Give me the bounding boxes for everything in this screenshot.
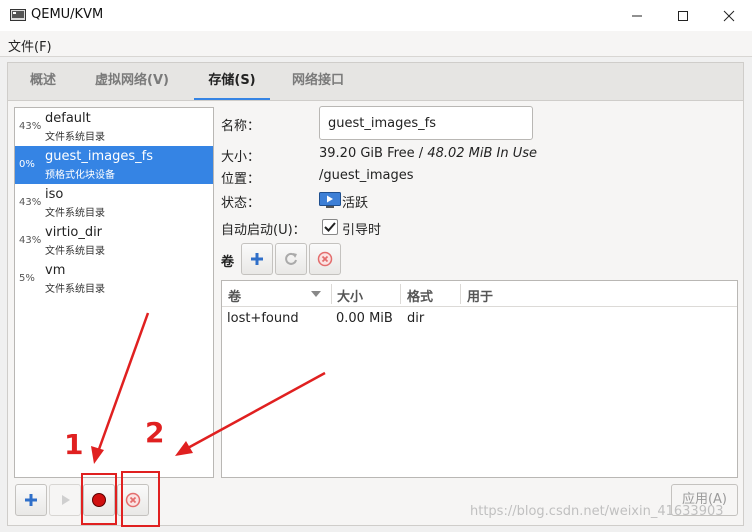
- column-header-size[interactable]: 大小: [337, 286, 363, 305]
- pool-name: guest_images_fs: [45, 149, 153, 164]
- delete-volume-button[interactable]: [309, 243, 341, 275]
- add-icon: [25, 494, 37, 506]
- size-used-text: 48.02 MiB In Use: [427, 146, 538, 161]
- tab-storage[interactable]: 存储(S): [194, 63, 270, 101]
- pool-name: vm: [45, 263, 66, 278]
- add-icon: [251, 253, 263, 265]
- pool-name: default: [45, 111, 91, 126]
- close-icon: [723, 10, 735, 21]
- column-divider: [400, 284, 401, 304]
- pool-usage-percent: 5%: [19, 273, 35, 284]
- add-volume-button[interactable]: [241, 243, 273, 275]
- column-header-volume[interactable]: 卷: [228, 286, 241, 305]
- volumes-table: 卷 大小 格式 用于 lost+found 0.00 MiB dir: [221, 280, 738, 478]
- pool-usage-percent: 43%: [19, 235, 42, 246]
- location-label: 位置：: [221, 172, 261, 187]
- annotation-box-stop: [81, 473, 117, 525]
- autostart-checkbox[interactable]: [322, 219, 338, 235]
- minimize-button[interactable]: [614, 0, 660, 31]
- volume-size: 0.00 MiB: [336, 311, 393, 326]
- delete-icon: [317, 251, 333, 267]
- sort-down-icon: [311, 291, 321, 297]
- pool-item-virtio-dir[interactable]: 43% virtio_dir 文件系统目录: [15, 222, 213, 260]
- pool-item-iso[interactable]: 43% iso 文件系统目录: [15, 184, 213, 222]
- column-divider: [460, 284, 461, 304]
- watermark-text: https://blog.csdn.net/weixin_41633903: [470, 504, 724, 519]
- state-label: 状态：: [221, 196, 261, 211]
- title-bar: QEMU/KVM: [0, 0, 752, 31]
- menu-bar: 文件(F): [0, 31, 752, 57]
- annotation-box-delete: [121, 471, 160, 527]
- state-value: 活跃: [342, 196, 369, 211]
- pool-size-value: 39.20 GiB Free / 48.02 MiB In Use: [319, 146, 537, 161]
- pool-type: 文件系统目录: [45, 246, 105, 257]
- pool-name-input[interactable]: [319, 106, 533, 140]
- pool-name: iso: [45, 187, 64, 202]
- volumes-table-header: 卷 大小 格式 用于: [222, 281, 737, 307]
- menu-file[interactable]: 文件(F): [8, 36, 52, 55]
- close-button[interactable]: [706, 0, 752, 31]
- pool-item-vm[interactable]: 5% vm 文件系统目录: [15, 260, 213, 298]
- tab-network-interfaces[interactable]: 网络接口: [278, 63, 358, 100]
- pool-usage-percent: 43%: [19, 197, 42, 208]
- play-icon: [62, 495, 70, 505]
- maximize-button[interactable]: [660, 0, 706, 31]
- pool-usage-percent: 43%: [19, 121, 42, 132]
- add-pool-button[interactable]: [15, 484, 47, 516]
- start-pool-button[interactable]: [49, 484, 81, 516]
- pool-type: 预格式化块设备: [45, 170, 115, 181]
- column-header-used-by[interactable]: 用于: [467, 286, 493, 305]
- pool-item-default[interactable]: 43% default 文件系统目录: [15, 108, 213, 146]
- minimize-icon: [632, 15, 642, 16]
- annotation-number-1: 1: [64, 428, 84, 461]
- size-free-text: 39.20 GiB Free /: [319, 146, 428, 161]
- column-divider: [331, 284, 332, 304]
- tab-bar: 概述 虚拟网络(V) 存储(S) 网络接口: [7, 62, 744, 101]
- maximize-icon: [678, 10, 688, 21]
- autostart-label: 自动启动(U)：: [221, 223, 306, 238]
- volumes-label: 卷: [221, 255, 235, 270]
- annotation-number-2: 2: [145, 416, 165, 449]
- checkmark-icon: [324, 222, 336, 232]
- column-header-format[interactable]: 格式: [407, 286, 433, 305]
- tab-virtual-network[interactable]: 虚拟网络(V): [78, 63, 186, 100]
- pool-type: 文件系统目录: [45, 284, 105, 295]
- refresh-icon: [285, 252, 297, 265]
- running-state-icon: [319, 192, 341, 208]
- qemu-app-icon: [10, 9, 26, 21]
- refresh-volumes-button[interactable]: [275, 243, 307, 275]
- autostart-value: 引导时: [342, 223, 382, 238]
- pool-type: 文件系统目录: [45, 208, 105, 219]
- window-title: QEMU/KVM: [31, 7, 104, 22]
- volume-format: dir: [407, 311, 425, 326]
- storage-pool-list[interactable]: 43% default 文件系统目录 0% guest_images_fs 预格…: [14, 107, 214, 478]
- pool-name: virtio_dir: [45, 225, 103, 240]
- pool-item-guest-images-fs[interactable]: 0% guest_images_fs 预格式化块设备: [15, 146, 213, 184]
- location-value: /guest_images: [319, 168, 414, 183]
- pool-type: 文件系统目录: [45, 132, 105, 143]
- tab-overview[interactable]: 概述: [16, 63, 70, 100]
- name-label: 名称：: [221, 119, 261, 134]
- volume-name: lost+found: [227, 311, 299, 326]
- pool-usage-percent: 0%: [19, 159, 35, 170]
- size-label: 大小：: [221, 150, 261, 165]
